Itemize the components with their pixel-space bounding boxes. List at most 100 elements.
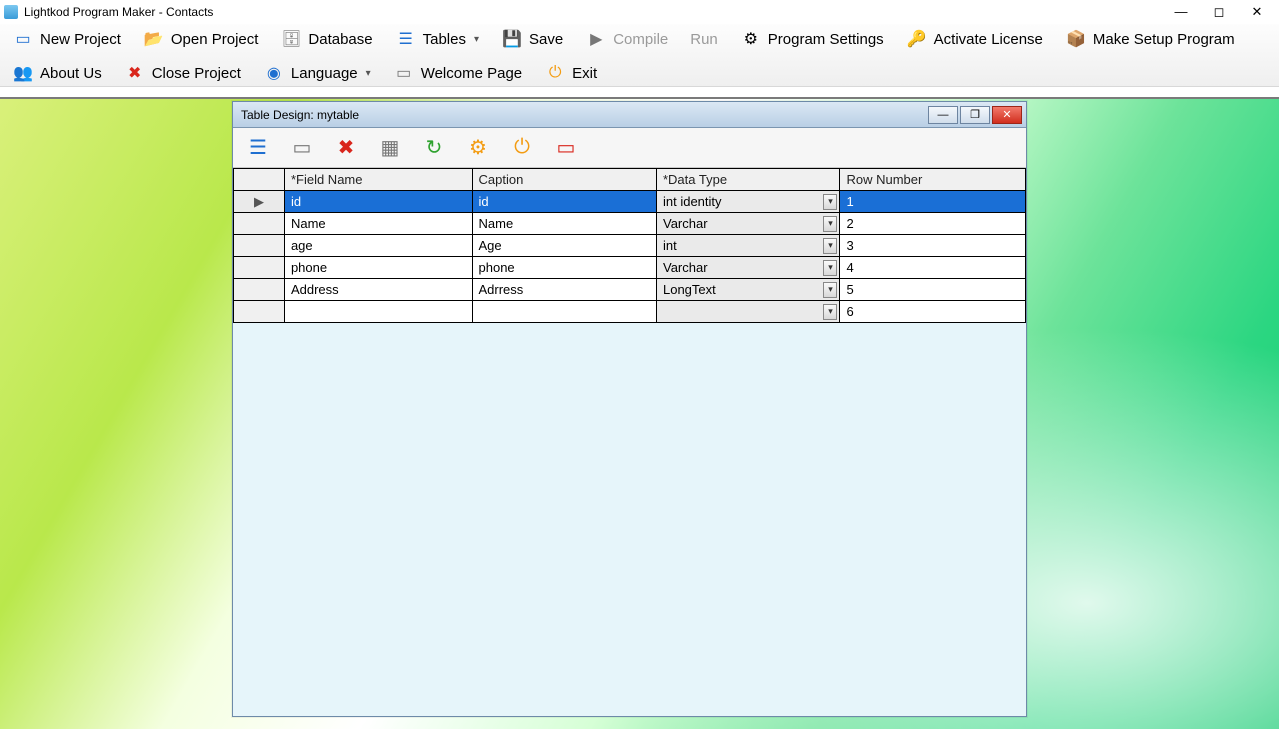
- col-field-name[interactable]: *Field Name: [284, 169, 472, 191]
- cell-field-name[interactable]: phone: [284, 257, 472, 279]
- field-grid[interactable]: *Field Name Caption *Data Type Row Numbe…: [233, 168, 1026, 323]
- make-setup-label: Make Setup Program: [1093, 31, 1235, 48]
- cell-field-name[interactable]: age: [284, 235, 472, 257]
- cell-data-type[interactable]: LongText▾: [656, 279, 839, 301]
- cell-row-number[interactable]: 2: [840, 213, 1026, 235]
- child-maximize-button[interactable]: ❐: [960, 106, 990, 124]
- activate-license-label: Activate License: [934, 31, 1043, 48]
- chevron-down-icon[interactable]: ▾: [823, 260, 837, 276]
- database-button[interactable]: 🗄 Database: [274, 28, 378, 50]
- cell-data-type[interactable]: int▾: [656, 235, 839, 257]
- compile-button[interactable]: ▶ Compile: [579, 28, 674, 50]
- close-project-label: Close Project: [152, 65, 241, 82]
- tables-button[interactable]: ☰ Tables ▾: [389, 28, 485, 50]
- app-titlebar: Lightkod Program Maker - Contacts — ◻ ✕: [0, 0, 1279, 24]
- row-marker[interactable]: [234, 279, 285, 301]
- col-caption[interactable]: Caption: [472, 169, 656, 191]
- row-marker[interactable]: [234, 301, 285, 323]
- child-window-titlebar[interactable]: Table Design: mytable — ❐ ✕: [233, 102, 1026, 128]
- about-us-button[interactable]: 👥 About Us: [6, 62, 108, 84]
- cell-data-type[interactable]: Varchar▾: [656, 257, 839, 279]
- cell-caption[interactable]: Age: [472, 235, 656, 257]
- grid-container: *Field Name Caption *Data Type Row Numbe…: [233, 168, 1026, 716]
- cell-data-type[interactable]: ▾: [656, 301, 839, 323]
- cell-field-name[interactable]: id: [284, 191, 472, 213]
- row-icon[interactable]: ▭: [287, 133, 317, 163]
- chevron-down-icon[interactable]: ▾: [823, 304, 837, 320]
- table-row[interactable]: ▾6: [234, 301, 1026, 323]
- remove-row-icon[interactable]: ▭: [551, 133, 581, 163]
- make-setup-button[interactable]: 📦 Make Setup Program: [1059, 28, 1241, 50]
- cell-row-number[interactable]: 4: [840, 257, 1026, 279]
- delete-icon[interactable]: ✖: [331, 133, 361, 163]
- play-icon: ▶: [585, 30, 607, 48]
- folder-open-icon: 📂: [143, 30, 165, 48]
- cell-row-number[interactable]: 1: [840, 191, 1026, 213]
- cell-field-name[interactable]: Name: [284, 213, 472, 235]
- table-design-window: Table Design: mytable — ❐ ✕ ☰ ▭ ✖ ▦ ↻ ⚙ …: [232, 101, 1027, 717]
- cell-caption[interactable]: Name: [472, 213, 656, 235]
- gear-icon: ⚙: [740, 30, 762, 48]
- table-row[interactable]: NameNameVarchar▾2: [234, 213, 1026, 235]
- cell-caption[interactable]: phone: [472, 257, 656, 279]
- chevron-down-icon[interactable]: ▾: [823, 194, 837, 210]
- table-row[interactable]: AddressAdrressLongText▾5: [234, 279, 1026, 301]
- table-row[interactable]: phonephoneVarchar▾4: [234, 257, 1026, 279]
- cell-caption[interactable]: id: [472, 191, 656, 213]
- child-window-title: Table Design: mytable: [241, 108, 928, 122]
- col-data-type[interactable]: *Data Type: [656, 169, 839, 191]
- child-minimize-button[interactable]: —: [928, 106, 958, 124]
- open-project-button[interactable]: 📂 Open Project: [137, 28, 265, 50]
- cell-row-number[interactable]: 3: [840, 235, 1026, 257]
- program-settings-label: Program Settings: [768, 31, 884, 48]
- refresh-icon[interactable]: ↻: [419, 133, 449, 163]
- exit-label: Exit: [572, 65, 597, 82]
- chevron-down-icon[interactable]: ▾: [823, 282, 837, 298]
- window-close-button[interactable]: ✕: [1247, 4, 1267, 20]
- welcome-page-button[interactable]: ▭ Welcome Page: [387, 62, 528, 84]
- database-icon: 🗄: [280, 30, 302, 48]
- save-button[interactable]: 💾 Save: [495, 28, 569, 50]
- chevron-down-icon[interactable]: ▾: [823, 216, 837, 232]
- language-button[interactable]: ◉ Language ▾: [257, 62, 377, 84]
- database-label: Database: [308, 31, 372, 48]
- app-title: Lightkod Program Maker - Contacts: [24, 5, 1171, 19]
- window-minimize-button[interactable]: —: [1171, 4, 1191, 20]
- run-button[interactable]: Run: [684, 29, 724, 50]
- cell-caption[interactable]: [472, 301, 656, 323]
- row-marker[interactable]: [234, 235, 285, 257]
- cell-data-type[interactable]: int identity▾: [656, 191, 839, 213]
- program-settings-button[interactable]: ⚙ Program Settings: [734, 28, 890, 50]
- chevron-down-icon[interactable]: ▾: [823, 238, 837, 254]
- new-project-label: New Project: [40, 31, 121, 48]
- about-us-label: About Us: [40, 65, 102, 82]
- close-project-button[interactable]: ✖ Close Project: [118, 62, 247, 84]
- table-row[interactable]: ageAgeint▾3: [234, 235, 1026, 257]
- table-icon[interactable]: ▦: [375, 133, 405, 163]
- row-header-corner: [234, 169, 285, 191]
- gear-info-icon[interactable]: ⚙: [463, 133, 493, 163]
- cell-data-type[interactable]: Varchar▾: [656, 213, 839, 235]
- exit-button[interactable]: ⏻ Exit: [538, 62, 603, 84]
- cell-caption[interactable]: Adrress: [472, 279, 656, 301]
- activate-license-button[interactable]: 🔑 Activate License: [900, 28, 1049, 50]
- new-project-button[interactable]: ▭ New Project: [6, 28, 127, 50]
- row-marker[interactable]: [234, 213, 285, 235]
- child-close-button[interactable]: ✕: [992, 106, 1022, 124]
- row-marker[interactable]: ▶: [234, 191, 285, 213]
- row-marker[interactable]: [234, 257, 285, 279]
- power-icon[interactable]: ⏻: [507, 133, 537, 163]
- list-icon[interactable]: ☰: [243, 133, 273, 163]
- cell-field-name[interactable]: [284, 301, 472, 323]
- save-icon: 💾: [501, 30, 523, 48]
- language-label: Language: [291, 65, 358, 82]
- cell-field-name[interactable]: Address: [284, 279, 472, 301]
- table-row[interactable]: ▶ididint identity▾1: [234, 191, 1026, 213]
- tables-icon: ☰: [395, 30, 417, 48]
- grid-header-row: *Field Name Caption *Data Type Row Numbe…: [234, 169, 1026, 191]
- app-icon: [4, 5, 18, 19]
- cell-row-number[interactable]: 5: [840, 279, 1026, 301]
- window-maximize-button[interactable]: ◻: [1209, 4, 1229, 20]
- col-row-number[interactable]: Row Number: [840, 169, 1026, 191]
- cell-row-number[interactable]: 6: [840, 301, 1026, 323]
